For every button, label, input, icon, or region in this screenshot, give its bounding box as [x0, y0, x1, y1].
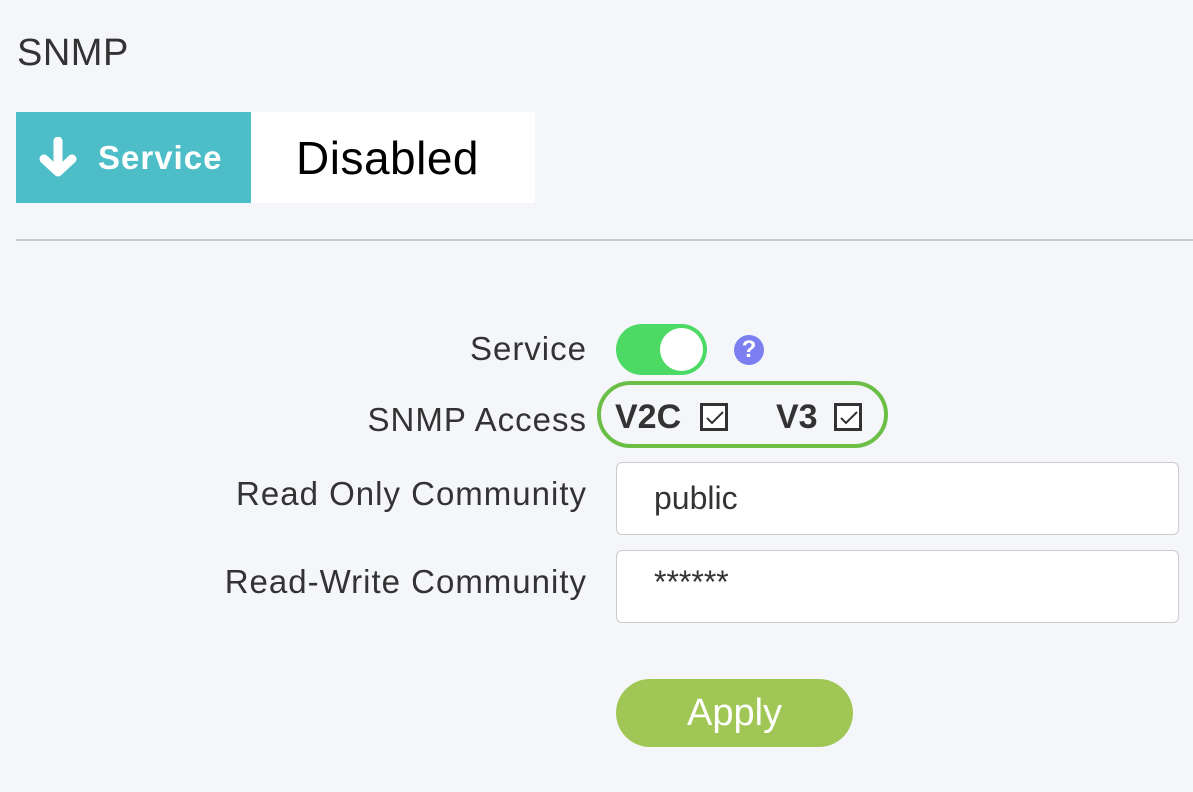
check-icon [840, 411, 858, 425]
service-banner-label: Service [98, 138, 223, 176]
service-toggle[interactable] [616, 324, 707, 375]
v2c-checkbox[interactable] [700, 403, 728, 431]
v2c-label: V2C [615, 398, 682, 436]
v3-checkbox[interactable] [834, 403, 862, 431]
check-icon [706, 411, 724, 425]
question-icon[interactable]: ? [734, 335, 764, 365]
apply-button[interactable]: Apply [616, 679, 853, 747]
read-only-community-input[interactable]: public [616, 462, 1179, 535]
divider [16, 239, 1193, 241]
v3-label: V3 [776, 398, 818, 436]
read-only-community-label: Read Only Community [236, 475, 587, 512]
page-title: SNMP [17, 32, 129, 74]
read-write-community-input[interactable]: ****** [616, 550, 1179, 623]
read-write-community-label: Read-Write Community [224, 563, 587, 600]
service-label: Service [469, 330, 587, 367]
service-toggle-header[interactable]: Service [16, 112, 251, 203]
snmp-access-label: SNMP Access [367, 401, 587, 438]
service-banner[interactable]: Service Disabled [16, 112, 535, 203]
service-status: Disabled [296, 131, 479, 184]
toggle-knob [660, 328, 703, 371]
arrow-down-icon [39, 136, 77, 176]
